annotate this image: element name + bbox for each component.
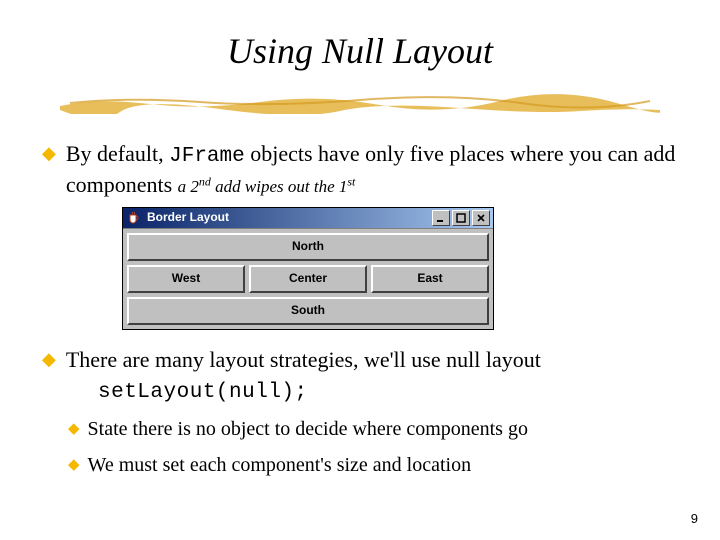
region-north[interactable]: North <box>127 233 489 261</box>
close-button[interactable] <box>472 210 490 226</box>
sub-bullets: ◆ State there is no object to decide whe… <box>68 417 678 478</box>
bullet-icon: ◆ <box>68 417 80 443</box>
bullet-1: ◆ By default, JFrame objects have only f… <box>42 140 678 199</box>
bullet-icon: ◆ <box>42 346 56 374</box>
window-title-text: Border Layout <box>147 210 229 225</box>
slide: Using Null Layout ◆ By default, JFrame o… <box>0 0 720 540</box>
window-body: North West Center East South <box>123 228 493 329</box>
border-layout-grid: North West Center East South <box>127 233 489 325</box>
bullet-icon: ◆ <box>68 453 80 479</box>
java-cup-icon <box>126 211 142 225</box>
bullet-1-note: a 2nd add wipes out the 1st <box>178 177 356 196</box>
bullet-1-code: JFrame <box>169 145 245 168</box>
bullet-2: ◆ There are many layout strategies, we'l… <box>42 346 678 374</box>
region-center[interactable]: Center <box>249 265 367 293</box>
window-frame: Border Layout <box>122 207 494 330</box>
slide-content: ◆ By default, JFrame objects have only f… <box>42 140 678 478</box>
window-titlebar: Border Layout <box>123 208 493 228</box>
sub-bullet-2: ◆ We must set each component's size and … <box>68 453 678 479</box>
sub-bullet-1: ◆ State there is no object to decide whe… <box>68 417 678 443</box>
bullet-icon: ◆ <box>42 140 56 199</box>
bullet-1-text: By default, JFrame objects have only fiv… <box>66 140 678 199</box>
maximize-button[interactable] <box>452 210 470 226</box>
minimize-button[interactable] <box>432 210 450 226</box>
border-layout-window: Border Layout <box>122 207 678 330</box>
sub-bullet-2-text: We must set each component's size and lo… <box>88 453 472 479</box>
sub-bullet-1-text: State there is no object to decide where… <box>88 417 528 443</box>
code-snippet: setLayout(null); <box>98 380 678 407</box>
region-east[interactable]: East <box>371 265 489 293</box>
bullet-2-text: There are many layout strategies, we'll … <box>66 346 678 374</box>
region-south[interactable]: South <box>127 297 489 325</box>
region-west[interactable]: West <box>127 265 245 293</box>
slide-title: Using Null Layout <box>0 30 720 72</box>
bullet-1-pre: By default, <box>66 141 169 166</box>
window-control-buttons <box>432 210 493 226</box>
page-number: 9 <box>691 511 698 526</box>
title-underline <box>60 92 660 114</box>
